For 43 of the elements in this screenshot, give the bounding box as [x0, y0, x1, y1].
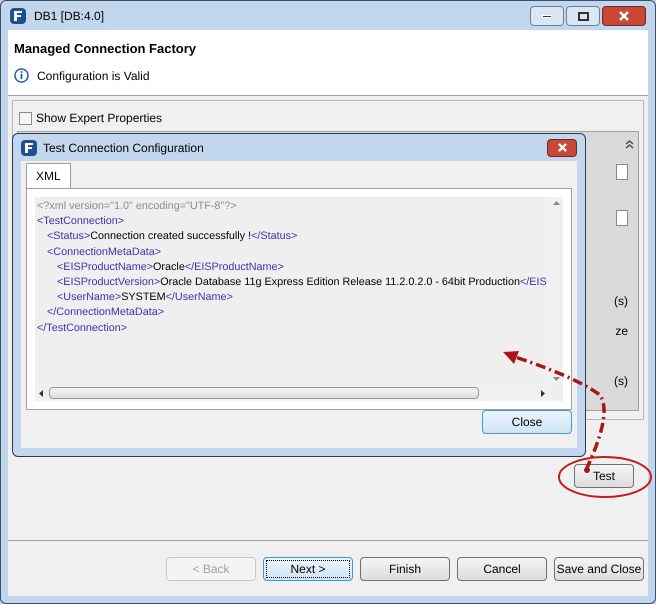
xml-line: <TestConnection>: [37, 214, 124, 230]
app-logo-icon: [10, 8, 26, 24]
minimize-icon: [542, 14, 552, 18]
scroll-up-icon[interactable]: [552, 201, 560, 205]
wizard-button[interactable]: Cancel: [457, 556, 547, 580]
tab[interactable]: XML: [26, 163, 71, 188]
dialog-title: Test Connection Configuration: [43, 140, 204, 156]
close-icon: [556, 143, 568, 152]
app-logo-icon: [21, 140, 37, 156]
checkbox-label: Show Expert Properties: [36, 110, 162, 127]
property-label: (s): [614, 373, 628, 390]
checkbox[interactable]: [19, 112, 32, 124]
xml-line: <UserName>SYSTEM</UserName>: [56, 290, 233, 306]
xml-declaration: <?xml version="1.0" encoding="UTF-8"?>: [37, 199, 237, 214]
chevron-icon: [625, 140, 634, 149]
browse-button[interactable]: [616, 164, 628, 180]
property-label: (s): [614, 293, 628, 310]
scroll-right-icon[interactable]: [541, 390, 545, 396]
test-button[interactable]: Test: [574, 464, 634, 488]
browse-button[interactable]: [616, 210, 628, 226]
close-icon: [618, 11, 630, 21]
xml-line: </TestConnection>: [37, 320, 128, 336]
dialog-close-action[interactable]: Close: [482, 410, 572, 434]
maximize-button[interactable]: [566, 6, 600, 26]
xml-line: </ConnectionMetaData>: [46, 305, 164, 320]
scroll-down-icon[interactable]: [552, 377, 560, 381]
close-button[interactable]: [602, 6, 646, 26]
window-title: DB1 [DB:4.0]: [34, 8, 104, 25]
scroll-left-icon[interactable]: [39, 390, 43, 396]
wizard-button[interactable]: Next >: [263, 556, 353, 580]
xml-line: <EISProductVersion>Oracle Database 11g Express Edition Release 11.2.0.2.0 - 64bit Production</EIS: [56, 275, 547, 290]
page-title: Managed Connection Factory: [14, 40, 198, 58]
maximize-icon: [578, 12, 588, 20]
xml-line: <ConnectionMetaData>: [46, 244, 162, 260]
xml-line: <Status>Connection created successfully !</Status>: [46, 229, 298, 244]
xml-line: <EISProductName>Oracle</EISProductName>: [56, 260, 284, 275]
status-message: Configuration is Valid: [37, 68, 150, 84]
info-icon: [14, 68, 29, 83]
dialog-close-button[interactable]: [547, 138, 577, 156]
minimize-button[interactable]: [530, 6, 564, 26]
wizard-button[interactable]: Finish: [360, 556, 450, 580]
wizard-button[interactable]: Save and Close: [554, 556, 644, 580]
property-label: ze: [615, 323, 628, 340]
